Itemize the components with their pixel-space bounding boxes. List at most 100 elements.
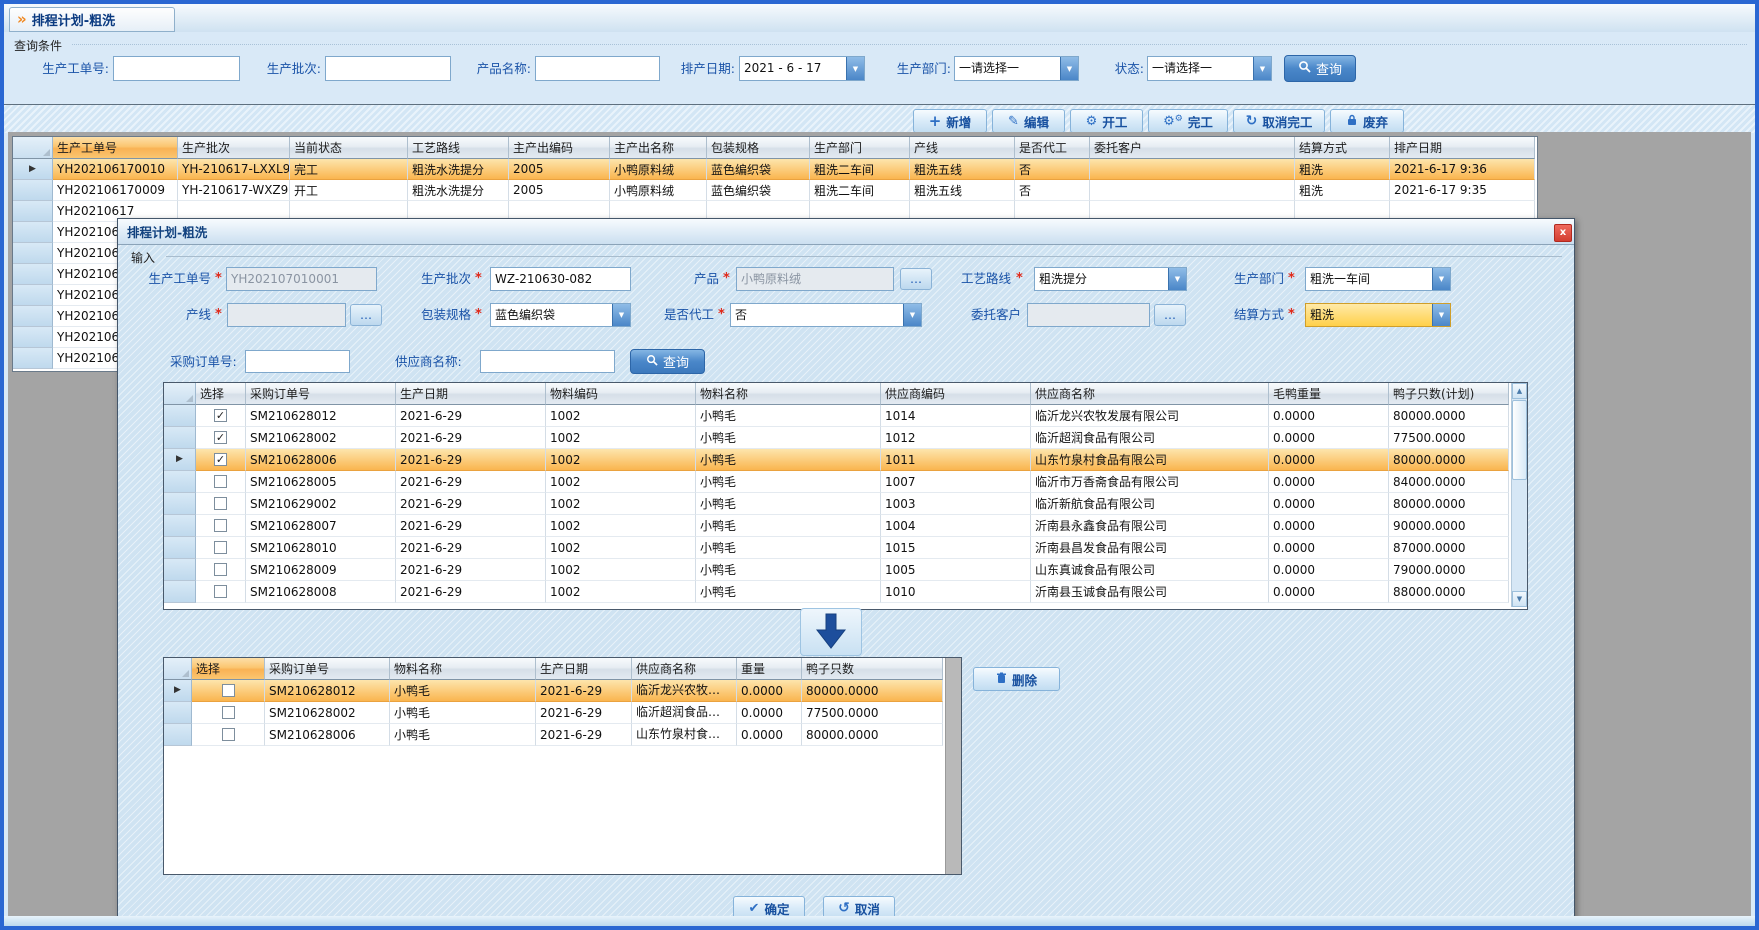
scrollbar-track[interactable] bbox=[945, 658, 961, 874]
column-header[interactable]: 鸭子只数 bbox=[802, 658, 943, 680]
table-row[interactable]: SM210628006小鸭毛2021-6-29山东竹泉村食品有限公司0.0000… bbox=[164, 724, 943, 746]
row-selector[interactable] bbox=[13, 327, 53, 348]
product-field[interactable]: 小鸭原料绒 bbox=[736, 267, 894, 291]
row-selector[interactable]: ▶ bbox=[164, 680, 192, 702]
search-button[interactable]: 查询 bbox=[1284, 55, 1356, 82]
column-header[interactable]: 委托客户 bbox=[1090, 137, 1295, 159]
table-row[interactable]: SM2106280092021-6-291002小鸭毛1005山东真诚食品有限公… bbox=[164, 559, 1509, 581]
column-header[interactable]: 重量 bbox=[737, 658, 802, 680]
dept-combo-dialog[interactable]: 粗洗一车间 ▼ bbox=[1305, 267, 1451, 291]
outsource-combo[interactable]: 否 ▼ bbox=[730, 303, 922, 327]
column-header[interactable]: 产线 bbox=[910, 137, 1015, 159]
route-combo[interactable]: 粗洗提分 ▼ bbox=[1034, 267, 1187, 291]
row-selector[interactable] bbox=[164, 493, 196, 515]
vertical-scrollbar[interactable]: ▲ ▼ bbox=[1511, 383, 1527, 607]
grid-corner[interactable] bbox=[164, 658, 192, 680]
tab-scheduling-plan[interactable]: » 排程计划-粗洗 bbox=[9, 7, 175, 32]
delete-button[interactable]: 删除 bbox=[973, 667, 1060, 691]
table-row[interactable]: SM2106280082021-6-291002小鸭毛1010沂南县玉诚食品有限… bbox=[164, 581, 1509, 603]
row-selector[interactable]: ▶ bbox=[164, 449, 196, 471]
package-combo[interactable]: 蓝色编织袋 ▼ bbox=[490, 303, 631, 327]
table-row[interactable]: SM2106290022021-6-291002小鸭毛1003临沂新航食品有限公… bbox=[164, 493, 1509, 515]
chevron-down-icon[interactable]: ▼ bbox=[903, 304, 921, 326]
column-header[interactable]: 鸭子只数(计划) bbox=[1389, 383, 1509, 405]
table-row[interactable]: ✓SM2106280022021-6-291002小鸭毛1012临沂超润食品有限… bbox=[164, 427, 1509, 449]
column-header[interactable]: 是否代工 bbox=[1015, 137, 1090, 159]
row-selector[interactable] bbox=[13, 243, 53, 264]
supplier-search-input[interactable] bbox=[480, 350, 615, 373]
row-checkbox[interactable] bbox=[222, 728, 235, 741]
row-selector[interactable]: ▶ bbox=[13, 159, 53, 180]
dialog-search-button[interactable]: 查询 bbox=[630, 349, 705, 374]
row-checkbox[interactable] bbox=[222, 706, 235, 719]
column-header[interactable]: 采购订单号 bbox=[246, 383, 396, 405]
chevron-down-icon[interactable]: ▼ bbox=[1253, 57, 1271, 80]
table-row[interactable]: ▶✓SM2106280062021-6-291002小鸭毛1011山东竹泉村食品… bbox=[164, 449, 1509, 471]
chevron-down-icon[interactable]: ▼ bbox=[612, 304, 630, 326]
row-selector[interactable] bbox=[13, 222, 53, 243]
row-checkbox[interactable]: ✓ bbox=[214, 431, 227, 444]
scroll-down-arrow[interactable]: ▼ bbox=[1512, 591, 1527, 607]
column-header[interactable]: 物料名称 bbox=[696, 383, 881, 405]
row-selector[interactable] bbox=[164, 702, 192, 724]
row-selector[interactable] bbox=[13, 348, 53, 369]
row-selector[interactable] bbox=[164, 405, 196, 427]
line-field[interactable] bbox=[227, 303, 346, 327]
dialog-titlebar[interactable]: 排程计划-粗洗 bbox=[118, 219, 1574, 245]
product-name-input[interactable] bbox=[535, 56, 660, 81]
column-header[interactable]: 物料名称 bbox=[390, 658, 536, 680]
table-row[interactable]: SM210628002小鸭毛2021-6-29临沂超润食品有限公司0.00007… bbox=[164, 702, 943, 724]
column-header[interactable]: 工艺路线 bbox=[408, 137, 509, 159]
row-selector[interactable] bbox=[13, 264, 53, 285]
chevron-down-icon[interactable]: ▼ bbox=[1432, 268, 1450, 290]
close-icon[interactable]: x bbox=[1554, 224, 1572, 242]
discard-button[interactable]: 废弃 bbox=[1330, 109, 1404, 133]
grid-corner[interactable] bbox=[164, 383, 196, 405]
column-header[interactable]: 主产出名称 bbox=[610, 137, 707, 159]
chevron-down-icon[interactable]: ▼ bbox=[1432, 304, 1450, 326]
row-checkbox[interactable] bbox=[214, 563, 227, 576]
start-work-button[interactable]: ⚙ 开工 bbox=[1070, 109, 1143, 133]
row-checkbox[interactable] bbox=[214, 585, 227, 598]
row-checkbox[interactable] bbox=[214, 541, 227, 554]
status-combo[interactable]: 一请选择一 ▼ bbox=[1147, 56, 1272, 81]
table-row[interactable]: ▶YH202106170010YH-210617-LXXL931完工粗洗水洗提分… bbox=[13, 159, 1537, 180]
column-header[interactable]: 选择 bbox=[192, 658, 265, 680]
column-header[interactable]: 生产日期 bbox=[396, 383, 546, 405]
row-selector[interactable] bbox=[164, 559, 196, 581]
row-selector[interactable] bbox=[164, 515, 196, 537]
batch-field[interactable]: WZ-210630-082 bbox=[490, 267, 631, 291]
table-row[interactable]: SM2106280072021-6-291002小鸭毛1004沂南县永鑫食品有限… bbox=[164, 515, 1509, 537]
row-selector[interactable] bbox=[164, 581, 196, 603]
column-header[interactable]: 选择 bbox=[196, 383, 246, 405]
row-selector[interactable] bbox=[164, 537, 196, 559]
cancel-finish-button[interactable]: ↻ 取消完工 bbox=[1233, 109, 1325, 133]
column-header[interactable]: 物料编码 bbox=[546, 383, 696, 405]
column-header[interactable]: 生产批次 bbox=[178, 137, 290, 159]
line-lookup-button[interactable]: … bbox=[350, 304, 382, 326]
chevron-down-icon[interactable]: ▼ bbox=[1168, 268, 1186, 290]
row-selector[interactable] bbox=[164, 724, 192, 746]
column-header[interactable]: 毛鸭重量 bbox=[1269, 383, 1389, 405]
row-checkbox[interactable] bbox=[214, 497, 227, 510]
column-header[interactable]: 排产日期 bbox=[1390, 137, 1535, 159]
column-header[interactable]: 生产工单号 bbox=[53, 137, 178, 159]
table-row[interactable]: ✓SM2106280122021-6-291002小鸭毛1014临沂龙兴农牧发展… bbox=[164, 405, 1509, 427]
row-selector[interactable] bbox=[164, 427, 196, 449]
scroll-thumb[interactable] bbox=[1512, 400, 1527, 480]
row-selector[interactable] bbox=[13, 180, 53, 201]
grid-corner[interactable] bbox=[13, 137, 53, 159]
settle-combo[interactable]: 粗洗 ▼ bbox=[1305, 303, 1451, 327]
row-selector[interactable] bbox=[164, 471, 196, 493]
column-header[interactable]: 主产出编码 bbox=[509, 137, 610, 159]
client-field[interactable] bbox=[1027, 303, 1150, 327]
client-lookup-button[interactable]: … bbox=[1154, 304, 1186, 326]
work-order-field[interactable]: YH202107010001 bbox=[226, 267, 377, 291]
batch-input[interactable] bbox=[325, 56, 451, 81]
column-header[interactable]: 供应商名称 bbox=[1031, 383, 1269, 405]
row-checkbox[interactable] bbox=[214, 475, 227, 488]
column-header[interactable]: 供应商编码 bbox=[881, 383, 1031, 405]
schedule-date-combo[interactable]: 2021 - 6 - 17 ▼ bbox=[739, 56, 865, 81]
row-selector[interactable] bbox=[13, 285, 53, 306]
row-selector[interactable] bbox=[13, 306, 53, 327]
